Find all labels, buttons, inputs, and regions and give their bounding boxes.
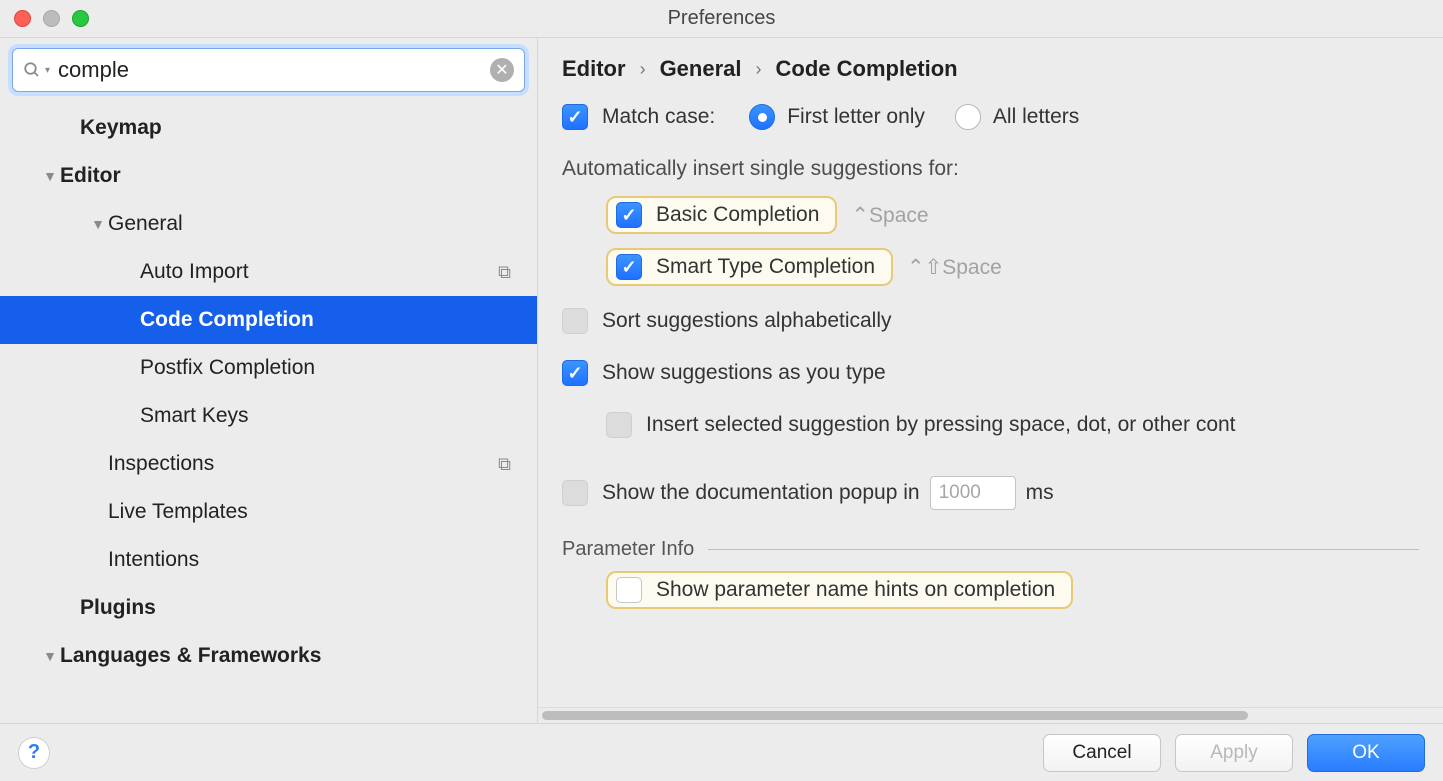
match-case-checkbox[interactable] [562,104,588,130]
window-controls [14,10,89,27]
sidebar: ▾ ✕ Keymap▼Editor▼GeneralAuto Import⧉Cod… [0,38,538,723]
insert-on-space-dot-label: Insert selected suggestion by pressing s… [646,413,1236,437]
smart-type-completion-shortcut: ⌃⇧Space [907,255,1002,280]
footer: ? Cancel Apply OK [0,723,1443,781]
apply-button[interactable]: Apply [1175,734,1293,772]
search-input[interactable] [58,57,490,83]
first-letter-only-radio[interactable] [749,104,775,130]
first-letter-only-label: First letter only [787,105,925,129]
insert-on-space-dot-checkbox[interactable] [606,412,632,438]
sidebar-item-label: Plugins [80,596,511,620]
sort-alphabetically-checkbox[interactable] [562,308,588,334]
cancel-button[interactable]: Cancel [1043,734,1161,772]
breadcrumb: Editor › General › Code Completion [538,38,1443,92]
search-icon [23,61,41,79]
show-suggestions-checkbox[interactable] [562,360,588,386]
doc-popup-delay-input[interactable] [930,476,1016,510]
close-window-button[interactable] [14,10,31,27]
basic-completion-shortcut: ⌃Space [851,203,928,228]
search-dropdown-icon[interactable]: ▾ [45,65,50,76]
window-title: Preferences [668,7,776,30]
sidebar-item-editor[interactable]: ▼Editor [0,152,537,200]
search-field[interactable]: ▾ ✕ [12,48,525,92]
all-letters-label: All letters [993,105,1079,129]
horizontal-scrollbar[interactable] [538,707,1443,723]
sidebar-item-label: Auto Import [140,260,498,284]
titlebar: Preferences [0,0,1443,38]
breadcrumb-editor[interactable]: Editor [562,56,626,82]
sidebar-item-postfix-completion[interactable]: Postfix Completion [0,344,537,392]
clear-search-icon[interactable]: ✕ [490,58,514,82]
sidebar-item-general[interactable]: ▼General [0,200,537,248]
breadcrumb-code-completion: Code Completion [776,56,958,82]
all-letters-radio[interactable] [955,104,981,130]
param-hints-checkbox[interactable] [616,577,642,603]
parameter-info-section: Parameter Info [562,538,1419,561]
sidebar-item-label: Live Templates [108,500,511,524]
disclosure-icon: ▼ [40,168,60,184]
sidebar-item-label: General [108,212,511,236]
zoom-window-button[interactable] [72,10,89,27]
breadcrumb-general[interactable]: General [660,56,742,82]
smart-type-completion-label: Smart Type Completion [656,255,875,279]
sidebar-item-live-templates[interactable]: Live Templates [0,488,537,536]
ok-button[interactable]: OK [1307,734,1425,772]
smart-type-completion-row: Smart Type Completion [606,248,893,286]
match-case-label: Match case: [602,105,715,129]
sidebar-item-intentions[interactable]: Intentions [0,536,537,584]
sidebar-item-label: Editor [60,164,511,188]
basic-completion-row: Basic Completion [606,196,837,234]
sidebar-item-auto-import[interactable]: Auto Import⧉ [0,248,537,296]
sidebar-item-label: Intentions [108,548,511,572]
param-hints-row: Show parameter name hints on completion [606,571,1073,609]
param-hints-label: Show parameter name hints on completion [656,578,1055,602]
chevron-right-icon: › [640,59,646,80]
disclosure-icon: ▼ [88,216,108,232]
project-scope-icon: ⧉ [498,262,511,283]
sidebar-item-label: Smart Keys [140,404,511,428]
minimize-window-button[interactable] [43,10,60,27]
sort-alphabetically-label: Sort suggestions alphabetically [602,309,892,333]
sidebar-item-languages-frameworks[interactable]: ▼Languages & Frameworks [0,632,537,680]
basic-completion-label: Basic Completion [656,203,819,227]
help-button[interactable]: ? [18,737,50,769]
sidebar-item-keymap[interactable]: Keymap [0,104,537,152]
auto-insert-label: Automatically insert single suggestions … [562,157,959,181]
doc-popup-checkbox[interactable] [562,480,588,506]
doc-popup-label: Show the documentation popup in [602,481,920,505]
sidebar-item-code-completion[interactable]: Code Completion [0,296,537,344]
basic-completion-checkbox[interactable] [616,202,642,228]
category-list: Keymap▼Editor▼GeneralAuto Import⧉Code Co… [0,104,537,723]
project-scope-icon: ⧉ [498,454,511,475]
smart-type-completion-checkbox[interactable] [616,254,642,280]
sidebar-item-smart-keys[interactable]: Smart Keys [0,392,537,440]
chevron-right-icon: › [756,59,762,80]
sidebar-item-inspections[interactable]: Inspections⧉ [0,440,537,488]
horizontal-scrollbar-thumb[interactable] [542,711,1248,720]
sidebar-item-label: Postfix Completion [140,356,511,380]
sidebar-item-label: Keymap [80,116,511,140]
settings-body: Match case: First letter only All letter… [538,92,1443,707]
sidebar-item-label: Code Completion [140,308,511,332]
show-suggestions-label: Show suggestions as you type [602,361,886,385]
sidebar-item-plugins[interactable]: Plugins [0,584,537,632]
doc-popup-ms-label: ms [1026,481,1054,505]
disclosure-icon: ▼ [40,648,60,664]
content-panel: Editor › General › Code Completion Match… [538,38,1443,723]
sidebar-item-label: Languages & Frameworks [60,644,511,668]
sidebar-item-label: Inspections [108,452,498,476]
